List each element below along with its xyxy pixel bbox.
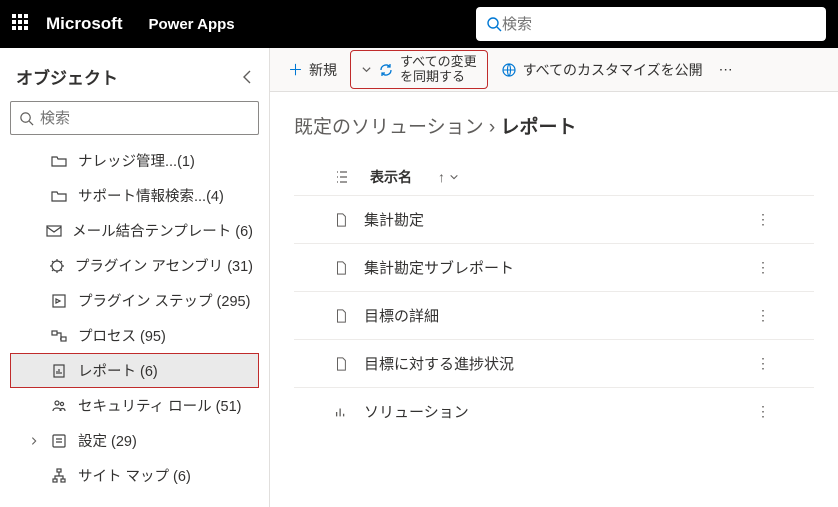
sidebar-title: オブジェクト <box>16 64 118 89</box>
folder-icon <box>50 188 68 204</box>
object-tree: ナレッジ管理...(1) サポート情報検索...(4) メール結合テンプレート (6… <box>10 143 259 495</box>
step-icon <box>50 293 68 309</box>
chart-icon <box>334 405 364 419</box>
tree-item-label: プラグイン アセンブリ (31) <box>75 255 253 276</box>
plugin-icon <box>49 258 65 274</box>
row-menu-button[interactable]: ⋮ <box>752 399 774 424</box>
breadcrumb-current: レポート <box>501 117 577 138</box>
tree-item[interactable]: 設定 (29) <box>10 423 259 458</box>
tree-item[interactable]: レポート (6) <box>10 353 259 388</box>
globe-icon <box>501 62 517 78</box>
row-menu-button[interactable]: ⋮ <box>752 351 774 376</box>
search-icon <box>19 111 34 126</box>
tree-item[interactable]: プロセス (95) <box>10 318 259 353</box>
tree-item[interactable]: サポート情報検索...(4) <box>10 178 259 213</box>
tree-item-label: サイト マップ (6) <box>78 465 191 486</box>
content-area: ＋ 新規 すべての変更 を同期する すべてのカスタマイズを公開 ⋯ 既定 <box>270 48 838 507</box>
sort-indicator[interactable]: ↑ <box>438 169 459 185</box>
tree-item[interactable]: メール結合テンプレート (6) <box>10 213 259 248</box>
row-name: 目標の詳細 <box>364 305 752 326</box>
product-label: Power Apps <box>149 16 235 33</box>
doc-icon <box>334 261 364 275</box>
collapse-icon[interactable] <box>241 70 253 84</box>
row-name: 目標に対する進捗状況 <box>364 353 752 374</box>
breadcrumb: 既定のソリューション › レポート <box>294 112 814 139</box>
table-row[interactable]: 目標に対する進捗状況⋮ <box>294 339 814 387</box>
doc-icon <box>334 213 364 227</box>
overflow-button[interactable]: ⋯ <box>717 57 735 82</box>
plus-icon: ＋ <box>288 59 303 80</box>
process-icon <box>50 328 68 344</box>
sync-changes-button[interactable]: すべての変更 を同期する <box>351 51 487 88</box>
new-button[interactable]: ＋ 新規 <box>280 55 345 84</box>
chevron-down-icon <box>361 64 372 75</box>
breadcrumb-parent[interactable]: 既定のソリューション <box>294 117 484 138</box>
new-button-label: 新規 <box>309 60 337 80</box>
search-icon <box>486 16 502 32</box>
tree-item-label: レポート (6) <box>78 360 158 381</box>
global-search-input[interactable] <box>502 16 816 33</box>
doc-icon <box>334 309 364 323</box>
role-icon <box>50 398 68 414</box>
report-icon <box>50 363 68 379</box>
sync-label-line1: すべての変更 <box>400 55 477 69</box>
sync-icon <box>378 62 394 78</box>
table-row[interactable]: ソリューション⋮ <box>294 387 814 435</box>
tree-item-label: 設定 (29) <box>78 430 137 451</box>
ellipsis-icon: ⋯ <box>719 61 733 78</box>
command-bar: ＋ 新規 すべての変更 を同期する すべてのカスタマイズを公開 ⋯ <box>270 48 838 92</box>
row-name: 集計勘定 <box>364 209 752 230</box>
sidebar-search-input[interactable] <box>40 110 250 127</box>
row-name: 集計勘定サブレポート <box>364 257 752 278</box>
tree-item-label: メール結合テンプレート (6) <box>72 220 253 241</box>
settings-icon <box>50 433 68 449</box>
brand-label: Microsoft <box>46 14 123 34</box>
tree-item-label: サポート情報検索...(4) <box>78 185 224 206</box>
tree-item[interactable]: セキュリティ ロール (51) <box>10 388 259 423</box>
list-icon[interactable] <box>334 169 350 185</box>
table-header: 表示名 ↑ <box>294 159 814 195</box>
row-menu-button[interactable]: ⋮ <box>752 303 774 328</box>
tree-item[interactable]: プラグイン ステップ (295) <box>10 283 259 318</box>
mailtpl-icon <box>46 223 62 239</box>
sitemap-icon <box>50 468 68 484</box>
folder-icon <box>50 153 68 169</box>
sidebar-search[interactable] <box>10 101 259 135</box>
tree-item[interactable]: プラグイン アセンブリ (31) <box>10 248 259 283</box>
tree-item-label: プロセス (95) <box>78 325 166 346</box>
tree-item[interactable]: ナレッジ管理...(1) <box>10 143 259 178</box>
publish-button[interactable]: すべてのカスタマイズを公開 <box>493 56 711 84</box>
tree-item-label: セキュリティ ロール (51) <box>78 395 241 416</box>
sidebar: オブジェクト ナレッジ管理...(1) サポート情報検索...(4) メール結合テン… <box>0 48 270 507</box>
tree-item-label: プラグイン ステップ (295) <box>78 290 250 311</box>
tree-item[interactable]: サイト マップ (6) <box>10 458 259 493</box>
table-row[interactable]: 集計勘定⋮ <box>294 195 814 243</box>
global-search[interactable] <box>476 7 826 41</box>
tree-item-label: ナレッジ管理...(1) <box>78 150 195 171</box>
row-name: ソリューション <box>364 401 752 422</box>
row-menu-button[interactable]: ⋮ <box>752 255 774 280</box>
top-bar: Microsoft Power Apps <box>0 0 838 48</box>
publish-label: すべてのカスタマイズを公開 <box>523 60 703 80</box>
row-menu-button[interactable]: ⋮ <box>752 207 774 232</box>
column-display-name[interactable]: 表示名 <box>370 167 412 187</box>
table-row[interactable]: 目標の詳細⋮ <box>294 291 814 339</box>
doc-icon <box>334 357 364 371</box>
sync-label-line2: を同期する <box>400 70 477 84</box>
table-row[interactable]: 集計勘定サブレポート⋮ <box>294 243 814 291</box>
expand-icon <box>28 436 40 446</box>
waffle-icon[interactable] <box>12 14 32 34</box>
